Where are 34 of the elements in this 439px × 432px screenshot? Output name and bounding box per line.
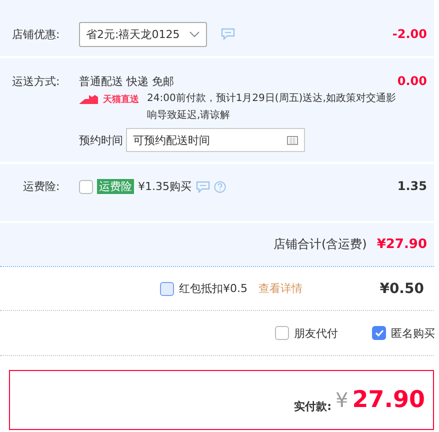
discount-amount: -2.00 <box>392 27 427 41</box>
coupon-select[interactable]: 省2元:禧天龙0125 <box>79 22 207 46</box>
field-label: 店铺优惠: <box>12 26 61 42</box>
checkbox[interactable] <box>160 282 174 296</box>
currency-symbol: ¥ <box>336 388 348 412</box>
field-label: 运费险: <box>23 179 61 194</box>
option-label: 匿名购买 <box>391 326 435 340</box>
date-field[interactable]: 可预约配送时间 <box>126 128 305 152</box>
chevron-down-icon <box>189 30 200 38</box>
checkbox[interactable] <box>275 326 289 340</box>
insurance-amount: 1.35 <box>397 179 427 193</box>
deduction-amount: ¥0.50 <box>380 280 424 296</box>
shop-total-label: 店铺合计(含运费) <box>273 236 367 253</box>
chat-icon[interactable] <box>196 180 210 192</box>
field-label: 运送方式: <box>12 74 61 89</box>
help-icon[interactable] <box>214 180 226 192</box>
payment-label: 实付款: <box>294 398 332 414</box>
insurance-tag: 运费险 <box>97 179 134 194</box>
shop-total-amount: ¥27.90 <box>376 237 427 252</box>
option-label: 朋友代付 <box>294 326 338 340</box>
delivery-service-label: 天猫直送 <box>103 93 139 106</box>
field-label: 预约时间 <box>79 132 123 148</box>
chat-icon[interactable] <box>221 28 235 40</box>
calendar-icon <box>287 135 298 145</box>
voucher-deduction-label: 红包抵扣¥0.5 <box>179 281 248 296</box>
cat-logo-icon <box>79 95 101 104</box>
insurance-price: ¥1.35购买 <box>138 179 192 194</box>
checkbox[interactable] <box>372 326 386 340</box>
delivery-notice: 24:00前付款，预计1月29日(周五)送达,如政策对交通影响导致延迟,请谅解 <box>147 92 397 123</box>
payment-amount: 27.90 <box>352 387 425 413</box>
shipping-amount: 0.00 <box>397 74 427 88</box>
checkbox[interactable] <box>79 180 93 194</box>
shipping-method: 普通配送 快递 免邮 <box>79 74 175 89</box>
checkmark-icon <box>374 329 384 337</box>
